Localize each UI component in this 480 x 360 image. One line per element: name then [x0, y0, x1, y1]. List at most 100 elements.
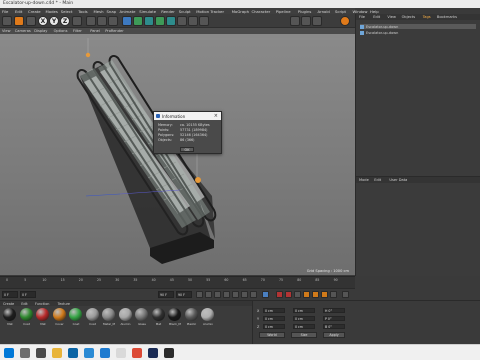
layout-menu-icon[interactable]	[312, 16, 322, 26]
cube-icon[interactable]	[122, 16, 132, 26]
apply-button[interactable]: Apply	[323, 332, 345, 338]
viewport-menu-item[interactable]: Options	[54, 29, 68, 33]
move-tool-icon[interactable]	[14, 16, 24, 26]
menu-item[interactable]: Motion Tracker	[196, 9, 224, 14]
objects-menu-item[interactable]: Edit	[373, 15, 380, 19]
menu-item[interactable]: Character	[252, 9, 271, 14]
viewport-menu-item[interactable]: ProRender	[105, 29, 124, 33]
menu-item[interactable]: Arnold	[318, 9, 330, 14]
z-axis-icon[interactable]: Z	[60, 16, 70, 26]
material-swatch[interactable]: Mat	[151, 308, 167, 326]
pos-x-field[interactable]: 0 cm	[263, 308, 285, 313]
scale-tool-icon[interactable]	[26, 16, 36, 26]
current-frame-field[interactable]: 0 F	[20, 291, 36, 298]
ok-button[interactable]: OK	[180, 147, 194, 152]
material-swatch[interactable]: Metal_M	[101, 308, 117, 326]
menu-item[interactable]: Render	[161, 9, 175, 14]
menu-item[interactable]: Create	[28, 9, 41, 14]
objects-menu-item[interactable]: Bookmarks	[437, 15, 457, 19]
play-icon[interactable]	[223, 291, 230, 298]
menu-item[interactable]: Help	[370, 9, 379, 14]
max-frame-field[interactable]: 90 F	[176, 291, 192, 298]
go-to-start-icon[interactable]	[196, 291, 203, 298]
camera-icon[interactable]	[188, 16, 198, 26]
attributes-menu-item[interactable]: User Data	[389, 178, 407, 182]
menu-item[interactable]: Snap	[107, 9, 117, 14]
size-z-field[interactable]: 0 cm	[293, 324, 315, 329]
object-item[interactable]: Escalator-up-down	[360, 30, 476, 35]
escalator-model[interactable]	[0, 34, 355, 275]
menu-item[interactable]: Select	[61, 9, 73, 14]
rotation-key-icon[interactable]	[321, 291, 328, 298]
menu-item[interactable]: Modes	[46, 9, 58, 14]
loop-icon[interactable]	[262, 291, 269, 298]
chrome-icon[interactable]	[132, 348, 142, 358]
menu-item[interactable]: Pipeline	[276, 9, 291, 14]
menu-item[interactable]: Sculpt	[179, 9, 191, 14]
viewport-menu-item[interactable]: Panel	[90, 29, 100, 33]
scale-key-icon[interactable]	[312, 291, 319, 298]
objects-menu-item[interactable]: Objects	[402, 15, 416, 19]
parameter-key-icon[interactable]	[330, 291, 337, 298]
material-menu-item[interactable]: Edit	[21, 302, 28, 306]
rot-p-field[interactable]: P 0°	[323, 316, 345, 321]
material-swatch[interactable]: Plastic	[184, 308, 200, 326]
pos-z-field[interactable]: 0 cm	[263, 324, 285, 329]
spline-pen-icon[interactable]	[133, 16, 143, 26]
render-view-icon[interactable]	[86, 16, 96, 26]
layout-icon[interactable]	[290, 16, 300, 26]
y-axis-icon[interactable]: Y	[49, 16, 59, 26]
object-item[interactable]: Escalator-up-down	[360, 24, 476, 29]
array-icon[interactable]	[155, 16, 165, 26]
material-swatch[interactable]: Coat	[85, 308, 101, 326]
render-picture-viewer-icon[interactable]	[97, 16, 107, 26]
start-icon[interactable]	[4, 348, 14, 358]
objects-menu-item[interactable]: Tags	[423, 15, 431, 19]
search-icon[interactable]	[20, 348, 30, 358]
menu-item[interactable]: Animate	[120, 9, 136, 14]
viewport-menu-item[interactable]: Filter	[73, 29, 82, 33]
size-x-field[interactable]: 0 cm	[293, 308, 315, 313]
store-icon[interactable]	[100, 348, 110, 358]
material-swatch[interactable]: Coat	[68, 308, 84, 326]
pos-y-field[interactable]: 0 cm	[263, 316, 285, 321]
photoshop-icon[interactable]	[164, 348, 174, 358]
cinema4d-taskbar-icon[interactable]	[148, 348, 158, 358]
menu-item[interactable]: Edit	[15, 9, 22, 14]
floor-icon[interactable]	[177, 16, 187, 26]
menu-item[interactable]: File	[2, 9, 8, 14]
material-swatch[interactable]: Cover	[52, 308, 68, 326]
layout-switch-icon[interactable]	[301, 16, 311, 26]
rot-h-field[interactable]: H 0°	[323, 308, 345, 313]
x-axis-icon[interactable]: X	[38, 16, 48, 26]
material-menu-item[interactable]: Function	[35, 302, 49, 306]
file-explorer-icon[interactable]	[52, 348, 62, 358]
bend-deformer-icon[interactable]	[166, 16, 176, 26]
previous-key-icon[interactable]	[205, 291, 212, 298]
material-swatch[interactable]: Mat	[35, 308, 51, 326]
material-swatch[interactable]: Alumin	[200, 308, 216, 326]
record-keys-icon[interactable]	[276, 291, 283, 298]
end-frame-field[interactable]: 90 F	[158, 291, 174, 298]
menu-item[interactable]: Window	[353, 9, 368, 14]
viewport[interactable]: Grid Spacing : 1000 cm	[0, 34, 355, 275]
material-swatch[interactable]: Alumin	[118, 308, 134, 326]
mail-icon[interactable]	[84, 348, 94, 358]
position-key-icon[interactable]	[303, 291, 310, 298]
menu-item[interactable]: Simulate	[139, 9, 156, 14]
size-y-field[interactable]: 0 cm	[293, 316, 315, 321]
size-mode-dropdown[interactable]: Size	[291, 332, 317, 338]
edge-icon[interactable]	[68, 348, 78, 358]
subdivision-surface-icon[interactable]	[144, 16, 154, 26]
menu-item[interactable]: Mesh	[94, 9, 104, 14]
menu-item[interactable]: Script	[335, 9, 346, 14]
material-menu-item[interactable]: Texture	[58, 302, 70, 306]
material-menu-item[interactable]: Create	[3, 302, 14, 306]
timeline-menu-icon[interactable]	[342, 291, 349, 298]
previous-frame-icon[interactable]	[214, 291, 221, 298]
go-to-end-icon[interactable]	[250, 291, 257, 298]
viewport-menu-item[interactable]: Display	[34, 29, 47, 33]
viewport-menu-item[interactable]: Cameras	[15, 29, 31, 33]
viewport-menu-item[interactable]: View	[2, 29, 11, 33]
next-frame-icon[interactable]	[232, 291, 239, 298]
